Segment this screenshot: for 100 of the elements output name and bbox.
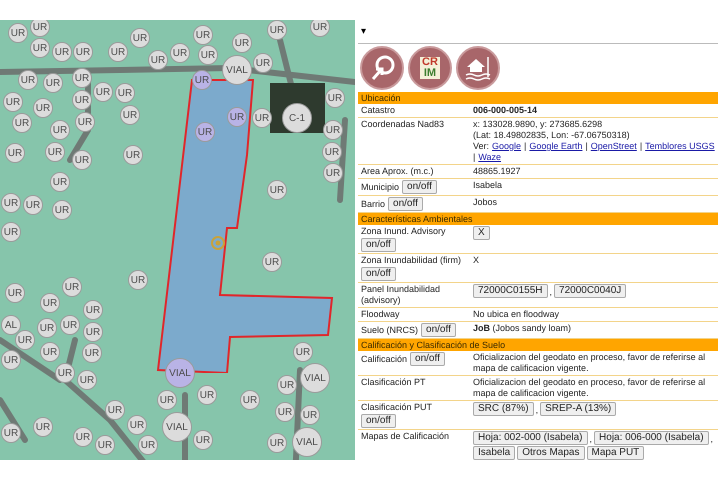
zone-label: UR [37,318,57,338]
value-button[interactable]: Hoja: 006-000 (Isabela) [594,431,709,445]
separator-text: , [590,434,592,445]
zone-label: UR [60,315,80,335]
value-button[interactable]: SRC (87%) [473,402,534,416]
zone-label: UR [83,300,103,320]
zone-label: UR [72,90,92,110]
zone-label: VIAL [292,427,322,457]
value-button[interactable]: X [473,226,490,240]
zone-label: UR [275,402,295,422]
zone-label: VIAL [165,358,195,388]
value-button[interactable]: Hoja: 002-000 (Isabela) [473,431,588,445]
field-label: Municipio [361,182,400,192]
flood-tool-button[interactable] [456,46,500,90]
field-value: 006-000-005-14 [473,105,538,115]
zone-label: UR [15,330,35,350]
zone-label: UR [193,25,213,45]
zone-label: UR [1,423,21,443]
field-label: Coordenadas Nad83 [361,119,444,130]
field-value: Jobos [473,197,498,207]
dropdown-arrow[interactable]: ▾ [358,24,366,39]
field-value: Oficializacion del geodato en proceso, favor de referirse al mapa de calificacion vigente. [473,377,706,398]
zone-label: UR [105,400,125,420]
map-link[interactable]: Google Earth [529,141,582,152]
zone-label: UR [93,82,113,102]
value-button[interactable]: 72000C0040J [554,284,626,298]
field-value: JoB (Jobos sandy loam) [473,323,572,333]
zone-label: VIAL [162,412,192,442]
zone-label: UR [73,427,93,447]
zone-label: UR [62,277,82,297]
zone-label: UR [3,92,23,112]
share-tool-button[interactable] [360,46,404,90]
toggle-button[interactable]: on/off [361,267,396,281]
zone-label: UR [55,363,75,383]
field-value: Isabela [473,180,502,190]
zone-label: UR [95,435,115,455]
zone-label: UR [1,193,21,213]
zone-label: UR [30,38,50,58]
zone-label: UR [33,98,53,118]
zone-label: UR [33,417,53,437]
zone-label: UR [322,142,342,162]
field-value: Oficializacion del geodato en proceso, favor de referirse al mapa de calificacion vigente. [473,352,706,373]
zone-label: UR [75,112,95,132]
separator-text: | [640,141,642,152]
zone-label: UR [232,33,252,53]
zone-label: UR [40,293,60,313]
zone-label: UR [72,150,92,170]
logo-text: CR IM [420,57,440,79]
separator-text: | [473,152,476,163]
zone-label: VIAL [300,363,330,393]
field-label: Zona Inund. Advisory [361,226,446,237]
value-button[interactable]: 72000C0155H [473,284,548,298]
zone-label: UR [130,28,150,48]
field-label: Clasificación PUT [361,402,432,413]
toggle-button[interactable]: on/off [402,180,437,194]
field-label: Calificación [361,354,408,364]
coordinate-text: x: 133028.9890, y: 273685.6298 [473,119,604,130]
zone-label: UR [52,42,72,62]
logo-button[interactable]: CR IM [408,46,452,90]
toggle-button[interactable]: on/off [361,414,396,428]
zone-label: UR [77,370,97,390]
toggle-button[interactable]: on/off [388,197,423,211]
zone-label: UR [73,42,93,62]
road [0,397,28,443]
zone-label: UR [193,430,213,450]
zone-label: UR [5,143,25,163]
zone-label: UR [1,350,21,370]
zone-label: UR [127,415,147,435]
zone-label: UR [12,113,32,133]
zone-label: UR [262,252,282,272]
value-button[interactable]: SREP-A (13%) [540,402,616,416]
toggle-button[interactable]: on/off [410,352,445,366]
field-label: Area Aprox. (m.c.) [361,166,434,177]
zone-label: UR [52,200,72,220]
map-link[interactable]: Waze [478,152,502,163]
separator-text: | [524,141,526,152]
toggle-button[interactable]: on/off [421,323,456,337]
field-label: Barrio [361,198,386,210]
value-button[interactable]: Otros Mapas [517,446,584,460]
map-view[interactable] [0,20,355,460]
toggle-button[interactable]: on/off [361,238,396,252]
zone-label: UR [300,405,320,425]
zone-label: UR [8,23,28,43]
zone-label: UR [23,195,43,215]
field-label: Catastro [361,105,396,116]
map-link[interactable]: Temblores USGS [645,141,715,152]
field-label: Panel Inundabilidad (advisory) [361,284,442,306]
zone-label: UR [148,50,168,70]
zone-label: UR [325,88,345,108]
field-label: Mapas de Calificación [361,431,450,442]
value-button[interactable]: Mapa PUT [586,446,644,460]
map-link[interactable]: Google [492,141,522,152]
field-label: Zona Inundabilidad (firm) [361,255,462,266]
map-link[interactable]: OpenStreet [590,141,637,152]
zone-label: UR [170,43,190,63]
value-button[interactable]: Isabela [473,446,516,460]
target-marker-icon[interactable] [210,235,226,251]
separator-text: | [585,141,588,152]
zone-label: UR [1,222,21,242]
zone-label: UR [43,73,63,93]
